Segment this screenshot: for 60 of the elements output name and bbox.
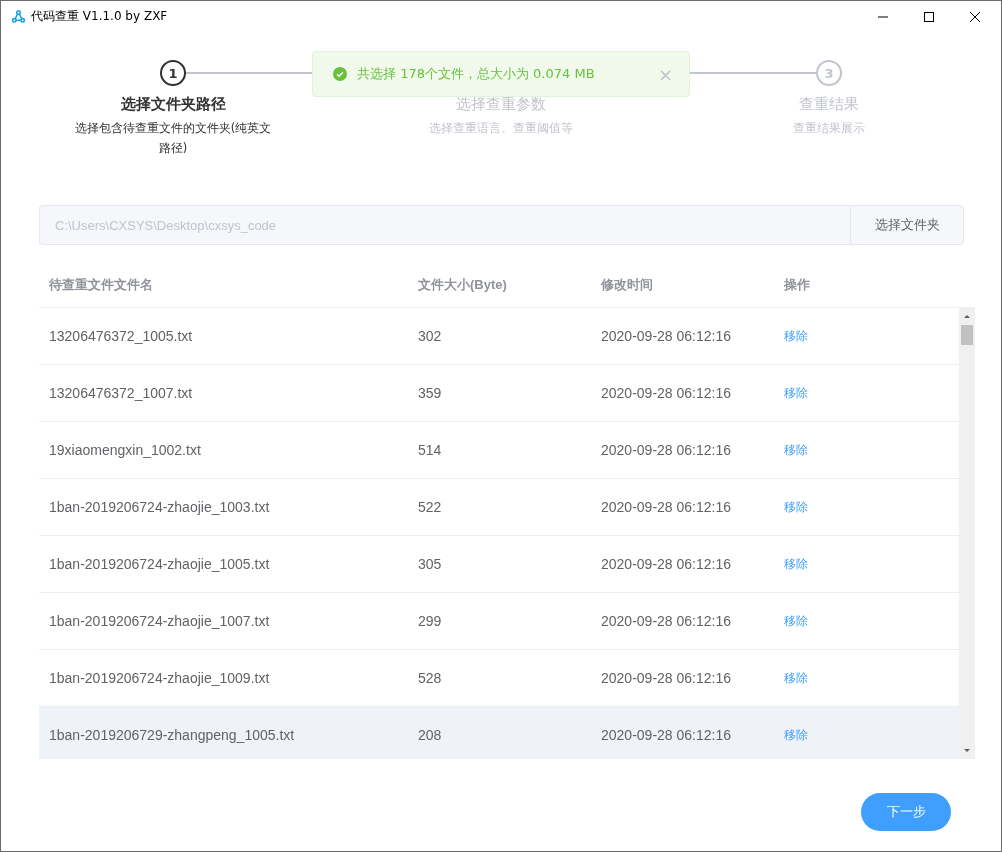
- remove-link[interactable]: 移除: [784, 557, 808, 571]
- maximize-icon[interactable]: [923, 10, 935, 23]
- column-header: 修改时间: [599, 275, 654, 294]
- table-cell-text: 208: [417, 727, 443, 743]
- table-cell-text: 299: [417, 613, 443, 629]
- scrollbar-drawing[interactable]: [959, 308, 975, 759]
- table-cell-text: 1ban-2019206724-zhaojie_1007.txt: [48, 613, 271, 629]
- step-description: 选择查重语言、查重阈值等: [429, 120, 573, 137]
- table-row[interactable]: 1ban-2019206724-zhaojie_1003.txt 522 2020-09-28 06:12:16 移除: [39, 479, 959, 536]
- step-description: 选择包含待查重文件的文件夹(纯英文路径): [73, 120, 273, 157]
- table-row[interactable]: 1ban-2019206724-zhaojie_1005.txt 305 2020-09-28 06:12:16 移除: [39, 536, 959, 593]
- step-number: 3: [816, 60, 842, 86]
- table-cell-text: 2020-09-28 06:12:16: [600, 727, 732, 743]
- table-cell-text: 528: [417, 670, 443, 686]
- column-header: 文件大小(Byte): [417, 275, 508, 294]
- remove-link[interactable]: 移除: [784, 614, 808, 628]
- step-number: 1: [160, 60, 186, 86]
- table-cell-text: 2020-09-28 06:12:16: [600, 613, 732, 629]
- table-cell-text: 2020-09-28 06:12:16: [600, 670, 732, 686]
- column-header: 待查重文件文件名: [48, 275, 154, 294]
- close-icon[interactable]: [969, 10, 981, 23]
- table-cell-text: 2020-09-28 06:12:16: [600, 556, 732, 572]
- table-cell-text: 522: [417, 499, 443, 515]
- step-description: 查重结果展示: [793, 120, 865, 137]
- table-row[interactable]: 13206476372_1007.txt 359 2020-09-28 06:12:16 移除: [39, 365, 959, 422]
- table-row[interactable]: 19xiaomengxin_1002.txt 514 2020-09-28 06:12:16 移除: [39, 422, 959, 479]
- next-button[interactable]: 下一步: [861, 793, 951, 831]
- toast-message: 共选择 178个文件，总大小为 0.074 MB: [357, 65, 595, 83]
- table-row[interactable]: 1ban-2019206724-zhaojie_1007.txt 299 2020-09-28 06:12:16 移除: [39, 593, 959, 650]
- table-cell-text: 2020-09-28 06:12:16: [600, 385, 732, 401]
- table-cell-text: 1ban-2019206724-zhaojie_1003.txt: [48, 499, 271, 515]
- remove-link[interactable]: 移除: [784, 329, 808, 343]
- table-cell-text: 305: [417, 556, 443, 572]
- remove-link[interactable]: 移除: [784, 671, 808, 685]
- table-row[interactable]: 1ban-2019206729-zhangpeng_1005.txt 208 2020-09-28 06:12:16 移除: [39, 707, 959, 759]
- table-cell-text: 13206476372_1005.txt: [48, 328, 194, 344]
- remove-link[interactable]: 移除: [784, 500, 808, 514]
- remove-link[interactable]: 移除: [784, 443, 808, 457]
- table-cell-text: 359: [417, 385, 443, 401]
- step-title: 选择查重参数: [456, 95, 546, 114]
- table-cell-text: 1ban-2019206724-zhaojie_1005.txt: [48, 556, 271, 572]
- table-cell-text: 514: [417, 442, 443, 458]
- table-cell-text: 2020-09-28 06:12:16: [600, 442, 732, 458]
- column-header: 操作: [783, 275, 811, 294]
- check-circle-icon: [333, 67, 347, 81]
- table-cell-text: 1ban-2019206729-zhangpeng_1005.txt: [48, 727, 296, 743]
- close-button[interactable]: ×: [657, 63, 673, 85]
- table-cell-text: 19xiaomengxin_1002.txt: [48, 442, 202, 458]
- table-cell-text: 2020-09-28 06:12:16: [600, 499, 732, 515]
- table-cell-text: 2020-09-28 06:12:16: [600, 328, 732, 344]
- step-title: 查重结果: [799, 95, 859, 114]
- window-title: 代码查重 V1.1.0 by ZXF: [31, 8, 168, 25]
- table-cell-text: 13206476372_1007.txt: [48, 385, 194, 401]
- app-logo-icon: [12, 10, 25, 23]
- table-row[interactable]: 13206476372_1005.txt 302 2020-09-28 06:12:16 移除: [39, 308, 959, 365]
- table-cell-text: 1ban-2019206724-zhaojie_1009.txt: [48, 670, 271, 686]
- step-title: 选择文件夹路径: [120, 95, 226, 114]
- remove-link[interactable]: 移除: [784, 728, 808, 742]
- table-cell-text: 302: [417, 328, 443, 344]
- remove-link[interactable]: 移除: [784, 386, 808, 400]
